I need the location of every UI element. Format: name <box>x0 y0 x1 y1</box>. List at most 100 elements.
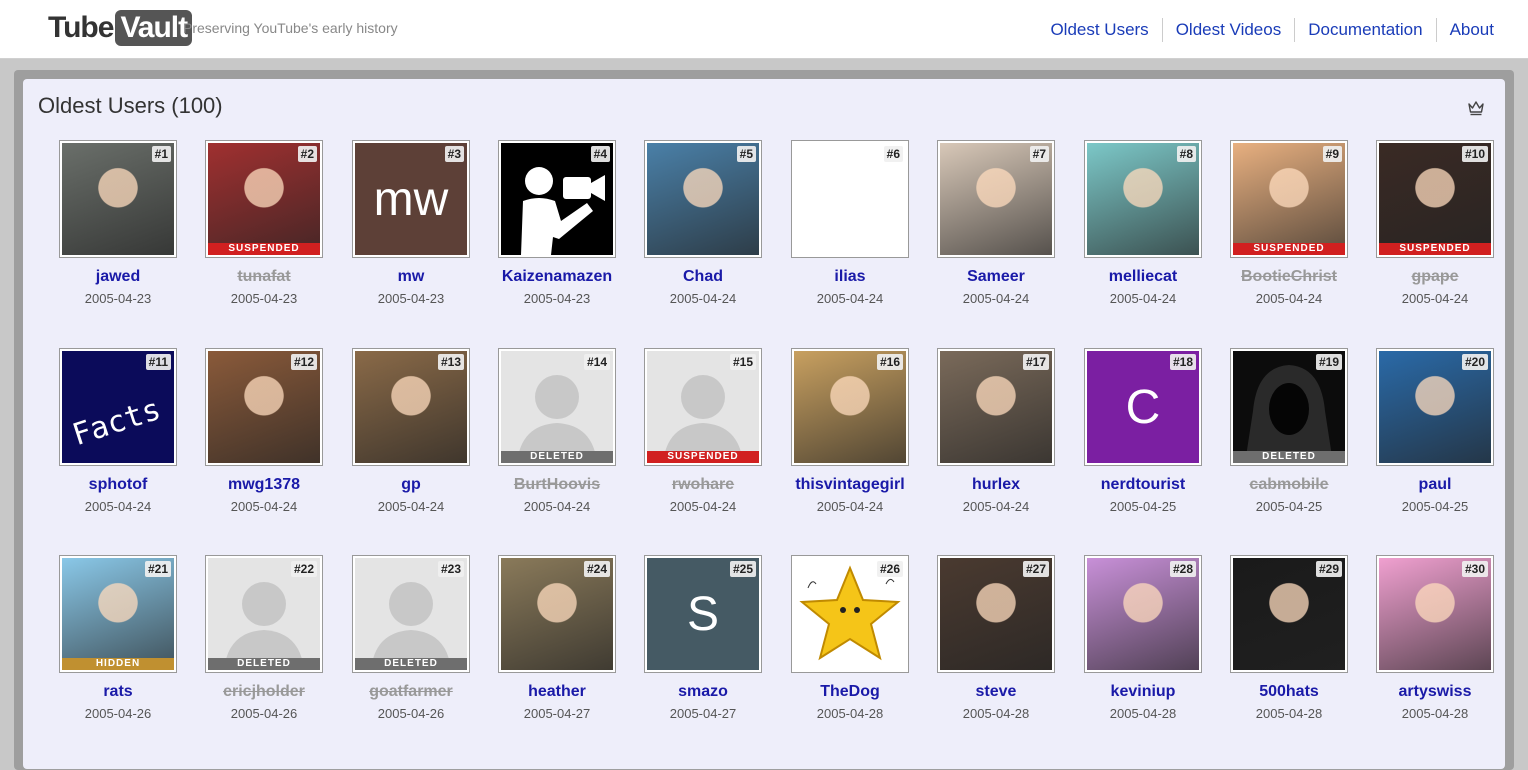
user-card[interactable]: mw #3 mw 2005-04-23 <box>341 140 481 306</box>
user-avatar[interactable]: #30 <box>1376 555 1494 673</box>
user-card[interactable]: #16 thisvintagegirl 2005-04-24 <box>780 348 920 514</box>
user-avatar[interactable]: #16 <box>791 348 909 466</box>
site-logo[interactable]: Tube Vault <box>48 9 193 47</box>
username-link[interactable]: BootieChrist <box>1219 268 1359 286</box>
user-card[interactable]: #2 SUSPENDED tunafat 2005-04-23 <box>194 140 334 306</box>
username-link[interactable]: ilias <box>780 268 920 286</box>
user-card[interactable]: #10 SUSPENDED gpape 2005-04-24 <box>1365 140 1505 306</box>
user-avatar[interactable]: #12 <box>205 348 323 466</box>
user-avatar[interactable]: #28 <box>1084 555 1202 673</box>
username-link[interactable]: ericjholder <box>194 683 334 701</box>
username-link[interactable]: cabmobile <box>1219 476 1359 494</box>
nav-oldest-videos[interactable]: Oldest Videos <box>1161 18 1295 42</box>
join-date: 2005-04-28 <box>1109 706 1177 721</box>
user-avatar[interactable]: S #25 <box>644 555 762 673</box>
user-avatar[interactable]: #10 SUSPENDED <box>1376 140 1494 258</box>
username-link[interactable]: gpape <box>1365 268 1505 286</box>
user-avatar[interactable]: mw #3 <box>352 140 470 258</box>
user-avatar[interactable]: #29 <box>1230 555 1348 673</box>
rank-badge: #16 <box>876 354 903 370</box>
nav-documentation[interactable]: Documentation <box>1294 18 1435 42</box>
user-avatar[interactable]: #4 <box>498 140 616 258</box>
user-card[interactable]: #19 DELETED cabmobile 2005-04-25 <box>1219 348 1359 514</box>
user-avatar[interactable]: #1 <box>59 140 177 258</box>
username-link[interactable]: thisvintagegirl <box>780 476 920 494</box>
user-card[interactable]: #7 Sameer 2005-04-24 <box>926 140 1066 306</box>
user-card[interactable]: #9 SUSPENDED BootieChrist 2005-04-24 <box>1219 140 1359 306</box>
user-avatar[interactable]: #27 <box>937 555 1055 673</box>
user-avatar[interactable]: #14 DELETED <box>498 348 616 466</box>
user-card[interactable]: #6 ilias 2005-04-24 <box>780 140 920 306</box>
username-link[interactable]: artyswiss <box>1365 683 1505 701</box>
join-date: 2005-04-24 <box>1401 291 1469 306</box>
username-link[interactable]: BurtHoovis <box>487 476 627 494</box>
username-link[interactable]: sphotof <box>48 476 188 494</box>
user-card[interactable]: #22 DELETED ericjholder 2005-04-26 <box>194 555 334 721</box>
username-link[interactable]: hurlex <box>926 476 1066 494</box>
user-card[interactable]: #12 mwg1378 2005-04-24 <box>194 348 334 514</box>
user-avatar[interactable]: #8 <box>1084 140 1202 258</box>
username-link[interactable]: Chad <box>633 268 773 286</box>
user-avatar[interactable]: #26 <box>791 555 909 673</box>
username-link[interactable]: nerdtourist <box>1073 476 1213 494</box>
user-avatar[interactable]: #5 <box>644 140 762 258</box>
username-link[interactable]: rats <box>48 683 188 701</box>
user-card[interactable]: #1 jawed 2005-04-23 <box>48 140 188 306</box>
user-avatar[interactable]: #23 DELETED <box>352 555 470 673</box>
user-card[interactable]: #30 artyswiss 2005-04-28 <box>1365 555 1505 721</box>
username-link[interactable]: jawed <box>48 268 188 286</box>
user-avatar[interactable]: #21 HIDDEN <box>59 555 177 673</box>
username-link[interactable]: keviniup <box>1073 683 1213 701</box>
username-link[interactable]: gp <box>341 476 481 494</box>
user-card[interactable]: #15 SUSPENDED rwohare 2005-04-24 <box>633 348 773 514</box>
username-link[interactable]: Sameer <box>926 268 1066 286</box>
user-card[interactable]: C #18 nerdtourist 2005-04-25 <box>1073 348 1213 514</box>
nav-oldest-users[interactable]: Oldest Users <box>1037 18 1161 42</box>
user-avatar[interactable]: #7 <box>937 140 1055 258</box>
user-avatar[interactable]: #2 SUSPENDED <box>205 140 323 258</box>
username-link[interactable]: melliecat <box>1073 268 1213 286</box>
user-avatar[interactable]: #9 SUSPENDED <box>1230 140 1348 258</box>
user-card[interactable]: #8 melliecat 2005-04-24 <box>1073 140 1213 306</box>
user-card[interactable]: #5 Chad 2005-04-24 <box>633 140 773 306</box>
user-avatar[interactable]: #6 <box>791 140 909 258</box>
user-card[interactable]: #4 Kaizenamazen 2005-04-23 <box>487 140 627 306</box>
user-avatar[interactable]: #19 DELETED <box>1230 348 1348 466</box>
username-link[interactable]: heather <box>487 683 627 701</box>
user-avatar[interactable]: C #18 <box>1084 348 1202 466</box>
user-avatar[interactable]: Facts #11 <box>59 348 177 466</box>
rank-badge: #6 <box>883 146 903 162</box>
user-card[interactable]: Facts #11 sphotof 2005-04-24 <box>48 348 188 514</box>
username-link[interactable]: mwg1378 <box>194 476 334 494</box>
user-card[interactable]: #27 steve 2005-04-28 <box>926 555 1066 721</box>
username-link[interactable]: smazo <box>633 683 773 701</box>
username-link[interactable]: TheDog <box>780 683 920 701</box>
user-card[interactable]: #24 heather 2005-04-27 <box>487 555 627 721</box>
user-card[interactable]: #17 hurlex 2005-04-24 <box>926 348 1066 514</box>
username-link[interactable]: rwohare <box>633 476 773 494</box>
user-avatar[interactable]: #24 <box>498 555 616 673</box>
username-link[interactable]: Kaizenamazen <box>487 268 627 286</box>
username-link[interactable]: tunafat <box>194 268 334 286</box>
user-card[interactable]: #23 DELETED goatfarmer 2005-04-26 <box>341 555 481 721</box>
username-link[interactable]: 500hats <box>1219 683 1359 701</box>
user-card[interactable]: S #25 smazo 2005-04-27 <box>633 555 773 721</box>
username-link[interactable]: steve <box>926 683 1066 701</box>
username-link[interactable]: goatfarmer <box>341 683 481 701</box>
user-card[interactable]: #28 keviniup 2005-04-28 <box>1073 555 1213 721</box>
nav-about[interactable]: About <box>1435 18 1494 42</box>
user-card[interactable]: #26 TheDog 2005-04-28 <box>780 555 920 721</box>
user-card[interactable]: #13 gp 2005-04-24 <box>341 348 481 514</box>
join-date: 2005-04-24 <box>962 499 1030 514</box>
user-card[interactable]: #21 HIDDEN rats 2005-04-26 <box>48 555 188 721</box>
user-card[interactable]: #14 DELETED BurtHoovis 2005-04-24 <box>487 348 627 514</box>
user-card[interactable]: #20 paul 2005-04-25 <box>1365 348 1505 514</box>
user-avatar[interactable]: #20 <box>1376 348 1494 466</box>
user-avatar[interactable]: #22 DELETED <box>205 555 323 673</box>
user-avatar[interactable]: #13 <box>352 348 470 466</box>
user-avatar[interactable]: #17 <box>937 348 1055 466</box>
username-link[interactable]: mw <box>341 268 481 286</box>
username-link[interactable]: paul <box>1365 476 1505 494</box>
user-card[interactable]: #29 500hats 2005-04-28 <box>1219 555 1359 721</box>
user-avatar[interactable]: #15 SUSPENDED <box>644 348 762 466</box>
